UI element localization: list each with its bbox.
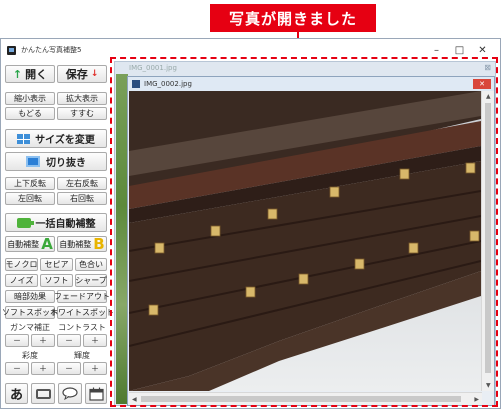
contrast-minus-button[interactable]: － — [57, 334, 81, 347]
horizontal-scrollbar[interactable]: ◀ ▶ — [129, 392, 482, 405]
speech-bubble-tool-button[interactable] — [58, 383, 82, 404]
battery-icon — [16, 217, 34, 228]
saturation-plus-button[interactable]: ＋ — [31, 362, 55, 375]
speech-bubble-icon — [62, 387, 78, 400]
scroll-up-icon[interactable]: ▲ — [486, 93, 491, 100]
arrow-up-icon: ↑ — [12, 67, 23, 81]
title-bar: かんたん写真補整5 – □ ✕ — [1, 39, 500, 61]
back-window-titlebar[interactable]: IMG_0001.jpg ⊠ — [115, 62, 495, 74]
arrow-down-icon: ↓ — [90, 69, 99, 79]
gamma-plus-button[interactable]: ＋ — [31, 334, 55, 347]
redo-button[interactable]: すすむ — [57, 107, 107, 120]
saturation-minus-button[interactable]: － — [5, 362, 29, 375]
zoom-out-button[interactable]: 縮小表示 — [5, 92, 55, 105]
app-window: かんたん写真補整5 – □ ✕ ↑ 開く 保存 ↓ 縮小表示 拡大表示 もどる すす… — [0, 38, 501, 409]
photo-canvas[interactable] — [129, 91, 481, 391]
save-button[interactable]: 保存 ↓ — [57, 65, 107, 83]
app-icon — [7, 45, 16, 55]
auto-correct-b-button[interactable]: 自動補整 B — [57, 236, 107, 252]
tint-button[interactable]: 色合い — [75, 258, 107, 271]
gamma-minus-button[interactable]: － — [5, 334, 29, 347]
rotate-left-button[interactable]: 左回転 — [5, 192, 55, 205]
horizontal-scroll-thumb[interactable] — [141, 396, 461, 402]
scroll-right-icon[interactable]: ▶ — [474, 396, 479, 403]
minimize-button[interactable]: – — [425, 42, 448, 58]
vertical-scroll-thumb[interactable] — [485, 103, 491, 373]
crop-button[interactable]: 切り抜き — [5, 152, 107, 171]
fade-out-button[interactable]: フェードアウト — [54, 290, 110, 303]
frame-icon — [35, 388, 51, 399]
sepia-button[interactable]: セピア — [40, 258, 73, 271]
flip-vertical-button[interactable]: 上下反転 — [5, 177, 55, 190]
rotate-right-button[interactable]: 右回転 — [57, 192, 107, 205]
soft-spot-button[interactable]: ソフトスポット — [2, 306, 58, 319]
scroll-down-icon[interactable]: ▼ — [486, 382, 491, 389]
frame-tool-button[interactable] — [31, 383, 55, 404]
front-window-titlebar[interactable]: IMG_0002.jpg ✕ — [128, 77, 494, 91]
brightness-minus-button[interactable]: － — [57, 362, 81, 375]
image-file-icon — [132, 80, 140, 88]
undo-button[interactable]: もどる — [5, 107, 55, 120]
calendar-icon — [88, 387, 104, 401]
contrast-plus-button[interactable]: ＋ — [83, 334, 107, 347]
close-button[interactable]: ✕ — [471, 42, 494, 58]
image-workspace: IMG_0001.jpg ⊠ IMG_0002.jpg ✕ ▲ ▼ ◀ ▶ — [114, 61, 496, 406]
sharp-button[interactable]: シャープ — [75, 274, 107, 287]
calendar-tool-button[interactable] — [85, 383, 107, 404]
text-tool-button[interactable]: あ — [5, 383, 28, 404]
auto-correct-all-button[interactable]: 一括自動補整 — [5, 213, 107, 232]
window-controls: – □ ✕ — [425, 42, 494, 58]
resize-icon — [17, 133, 31, 144]
scroll-left-icon[interactable]: ◀ — [132, 396, 137, 403]
brightness-label: 輝度 — [74, 351, 90, 360]
gamma-label: ガンマ補正 — [10, 323, 50, 332]
zoom-in-button[interactable]: 拡大表示 — [57, 92, 107, 105]
brightness-plus-button[interactable]: ＋ — [83, 362, 107, 375]
back-image-title: IMG_0001.jpg — [129, 64, 177, 72]
front-image-title: IMG_0002.jpg — [144, 80, 192, 88]
saturation-label: 彩度 — [22, 351, 38, 360]
callout-banner: 写真が開きました — [210, 4, 376, 32]
white-spot-button[interactable]: ホワイトスポット — [50, 306, 114, 319]
dim-effect-button[interactable]: 暗部効果 — [5, 290, 55, 303]
image-window-front[interactable]: IMG_0002.jpg ✕ ▲ ▼ ◀ ▶ — [127, 76, 495, 406]
crop-icon — [26, 156, 40, 167]
window-title: かんたん写真補整5 — [21, 46, 82, 54]
back-close-icon[interactable]: ⊠ — [484, 63, 491, 72]
contrast-label: コントラスト — [58, 323, 106, 332]
noise-button[interactable]: ノイズ — [5, 274, 38, 287]
mono-button[interactable]: モノクロ — [5, 258, 38, 271]
front-close-button[interactable]: ✕ — [473, 79, 491, 89]
auto-correct-a-button[interactable]: 自動補整 A — [5, 236, 55, 252]
maximize-button[interactable]: □ — [448, 42, 471, 58]
soft-button[interactable]: ソフト — [40, 274, 73, 287]
flip-horizontal-button[interactable]: 左右反転 — [57, 177, 107, 190]
temple-eaves-photo — [129, 91, 481, 391]
vertical-scrollbar[interactable]: ▲ ▼ — [481, 91, 494, 391]
open-button[interactable]: ↑ 開く — [5, 65, 55, 83]
resize-button[interactable]: サイズを変更 — [5, 129, 107, 148]
